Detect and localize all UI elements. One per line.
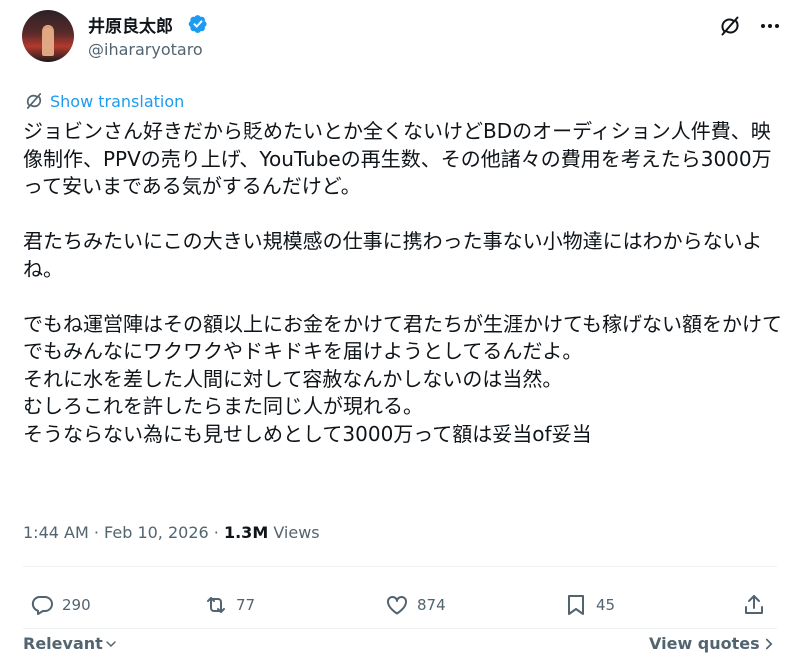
views-count[interactable]: 1.3M <box>224 523 268 542</box>
chevron-right-icon <box>765 638 773 649</box>
tweet-date[interactable]: Feb 10, 2026 <box>104 523 209 542</box>
views-label: Views <box>268 523 320 542</box>
tweet-meta: 1:44 AM · Feb 10, 2026 · 1.3M Views <box>23 523 320 542</box>
repost-button[interactable]: 77 <box>204 590 255 620</box>
like-button[interactable]: 874 <box>385 590 446 620</box>
tweet-time[interactable]: 1:44 AM <box>23 523 89 542</box>
bookmark-count: 45 <box>596 596 616 614</box>
share-icon <box>745 595 763 614</box>
like-icon <box>387 595 407 615</box>
show-translation-label[interactable]: Show translation <box>50 92 184 111</box>
show-translation-link[interactable]: Show translation <box>24 90 184 112</box>
verified-badge-icon <box>188 15 207 33</box>
author-display-name[interactable]: 井原良太郎 <box>88 12 173 37</box>
view-quotes-link[interactable]: View quotes <box>649 634 778 653</box>
more-icon[interactable] <box>758 14 782 38</box>
sort-label: Relevant <box>23 634 103 653</box>
reply-count: 290 <box>62 596 91 614</box>
view-quotes-label: View quotes <box>649 634 760 653</box>
meta-separator: · <box>88 523 105 542</box>
divider <box>23 566 777 567</box>
reply-button[interactable]: 290 <box>30 590 91 620</box>
sort-replies-dropdown[interactable]: Relevant <box>23 634 119 653</box>
tweet-text: ジョビンさん好きだから貶めたいとか全くないけどBDのオーディション人件費、映像制… <box>23 119 782 446</box>
translate-icon <box>26 93 42 109</box>
divider <box>23 628 777 629</box>
repost-count: 77 <box>236 596 256 614</box>
author-handle[interactable]: @ihararyotaro <box>88 40 203 59</box>
like-count: 874 <box>417 596 446 614</box>
grok-icon[interactable] <box>718 14 742 38</box>
share-button[interactable] <box>742 590 766 620</box>
avatar[interactable] <box>22 10 74 62</box>
bookmark-button[interactable]: 45 <box>564 590 615 620</box>
reply-icon <box>31 596 53 615</box>
meta-separator: · <box>208 523 224 542</box>
repost-icon <box>207 597 225 613</box>
bookmark-icon <box>568 595 584 615</box>
chevron-down-icon <box>106 640 116 647</box>
